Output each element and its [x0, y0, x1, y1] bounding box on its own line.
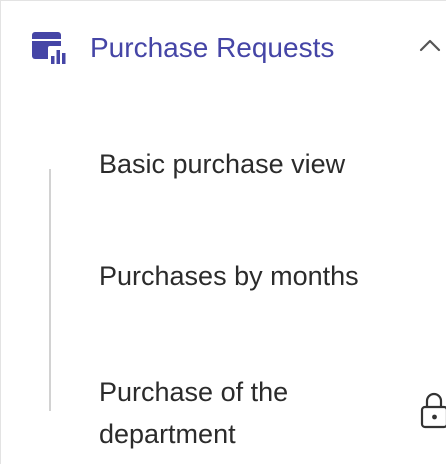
navigation-panel: Purchase Requests Basic purchase view Pu… [0, 0, 446, 464]
lock-icon [420, 392, 446, 429]
chevron-up-icon[interactable] [419, 37, 441, 53]
nav-item-purchase-of-the-department[interactable]: Purchase of the department [61, 371, 361, 455]
nav-item-basic-purchase-view[interactable]: Basic purchase view [61, 143, 391, 185]
report-chart-icon [32, 32, 67, 65]
nav-item-purchases-by-months[interactable]: Purchases by months [61, 255, 391, 297]
tree-guide-line [49, 169, 51, 411]
section-header-purchase-requests[interactable]: Purchase Requests [1, 1, 446, 93]
section-title: Purchase Requests [90, 32, 335, 63]
